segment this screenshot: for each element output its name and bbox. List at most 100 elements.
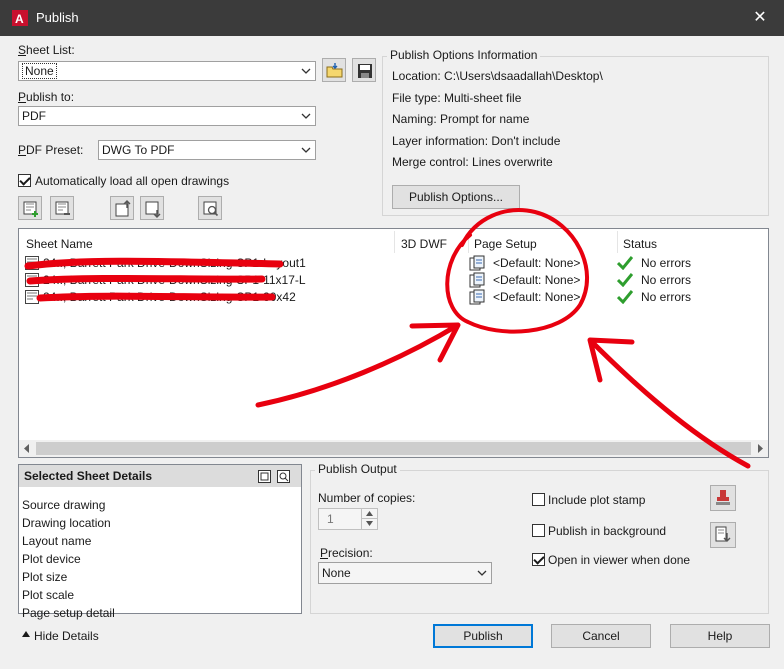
page-setup-value: <Default: None> (493, 290, 581, 304)
stepper-down[interactable] (361, 519, 377, 529)
stamp-icon (716, 490, 730, 505)
column-header-page-setup[interactable]: Page Setup (474, 237, 537, 251)
close-icon: ✕ (753, 9, 767, 26)
chevron-up-icon (366, 511, 373, 516)
cancel-button[interactable]: Cancel (551, 624, 651, 648)
column-header-3d-dwf[interactable]: 3D DWF (401, 237, 447, 251)
publish-to-value: PDF (22, 109, 46, 123)
column-separator (617, 231, 618, 253)
precision-combo[interactable]: None (318, 562, 492, 584)
auto-load-checkbox[interactable] (18, 174, 31, 187)
help-button[interactable]: Help (670, 624, 770, 648)
sheet-icon (25, 290, 39, 304)
add-sheets-button[interactable] (18, 196, 42, 220)
copies-label: Number of copies: (318, 491, 416, 505)
column-header-sheet-name[interactable]: Sheet Name (26, 237, 93, 251)
sheet-icon (25, 256, 39, 270)
detail-layout-name: Layout name (22, 534, 92, 548)
hide-details-link[interactable]: Hide Details (34, 629, 99, 643)
add-sheets-icon (23, 201, 38, 217)
column-separator (468, 231, 469, 253)
move-up-icon (115, 200, 131, 217)
preview-icon (203, 201, 219, 217)
background-checkbox[interactable] (532, 524, 545, 537)
chevron-down-icon (366, 521, 373, 526)
open-viewer-checkbox[interactable] (532, 553, 545, 566)
window-title: Publish (36, 10, 79, 25)
load-sheet-list-button[interactable] (322, 58, 346, 82)
chevron-down-icon (301, 113, 311, 119)
file-type-info: File type: Multi-sheet file (392, 91, 522, 105)
details-title: Selected Sheet Details (24, 469, 153, 483)
details-preview-icon[interactable] (277, 470, 290, 483)
plot-stamp-label: Include plot stamp (548, 493, 646, 507)
scrollbar-thumb[interactable] (36, 442, 751, 455)
sheet-name: 24.., Barrett Park Drive-DownSizing-SP1-… (43, 273, 306, 287)
chevron-up-icon[interactable] (22, 631, 30, 637)
page-setup-icon (469, 255, 485, 271)
chevron-down-icon (301, 147, 311, 153)
background-label: Publish in background (548, 524, 667, 538)
detail-page-setup: Page setup detail (22, 606, 115, 620)
chevron-down-icon (477, 570, 487, 576)
table-row[interactable]: 24.., Barrett Park Drive-DownSizing-SP1-… (19, 255, 768, 272)
title-bar: A Publish ✕ (0, 0, 784, 36)
document-download-icon (715, 526, 731, 542)
table-row[interactable]: 24.., Barrett Park Drive-DownSizing-SP1-… (19, 272, 768, 289)
sheet-list-label: Sheet List: (18, 43, 75, 57)
copies-value: 1 (327, 512, 334, 526)
background-settings-button[interactable] (710, 522, 736, 548)
status-value: No errors (641, 290, 692, 304)
folder-open-icon (326, 63, 343, 78)
publish-dialog: Sheet List: None Publish to: PDF PDF Pre… (0, 36, 784, 669)
table-row[interactable]: 24.., Barrett Park Drive-DownSizing-SP1-… (19, 289, 768, 306)
scroll-left-icon[interactable] (23, 444, 31, 453)
layer-info: Layer information: Don't include (392, 134, 561, 148)
chevron-down-icon (301, 68, 311, 74)
copies-stepper[interactable]: 1 (318, 508, 378, 530)
plot-stamp-settings-button[interactable] (710, 485, 736, 511)
checkmark-icon (617, 273, 633, 287)
pdf-preset-label: PDF Preset: (18, 143, 84, 157)
publish-options-title: Publish Options Information (387, 48, 541, 62)
sheet-name: 24.., Barrett Park Drive-DownSizing-SP1-… (43, 256, 306, 270)
merge-control-info: Merge control: Lines overwrite (392, 155, 553, 169)
page-setup-icon (469, 289, 485, 305)
sheet-name: 24.., Barrett Park Drive-DownSizing-SP1-… (43, 290, 296, 304)
column-header-status[interactable]: Status (623, 237, 657, 251)
pdf-preset-combo[interactable]: DWG To PDF (98, 140, 316, 160)
remove-sheets-icon (55, 201, 70, 215)
svg-text:A: A (15, 12, 24, 26)
save-icon (358, 64, 372, 78)
preview-button[interactable] (198, 196, 222, 220)
publish-options-button[interactable]: Publish Options... (392, 185, 520, 209)
plot-stamp-checkbox[interactable] (532, 493, 545, 506)
publish-button[interactable]: Publish (433, 624, 533, 648)
save-sheet-list-button[interactable] (352, 58, 376, 82)
horizontal-scrollbar[interactable] (19, 440, 768, 457)
detail-source-drawing: Source drawing (22, 498, 106, 512)
publish-output-title: Publish Output (315, 462, 400, 476)
status-value: No errors (641, 256, 692, 270)
close-button[interactable]: ✕ (746, 6, 774, 30)
precision-label: Precision: (320, 546, 373, 560)
move-sheet-down-button[interactable] (140, 196, 164, 220)
move-down-icon (145, 201, 161, 218)
remove-sheets-button[interactable] (50, 196, 74, 220)
checkmark-icon (617, 290, 633, 304)
move-sheet-up-button[interactable] (110, 196, 134, 220)
app-icon: A (12, 10, 28, 26)
sheet-list-combo[interactable]: None (18, 61, 316, 81)
status-value: No errors (641, 273, 692, 287)
auto-load-label: Automatically load all open drawings (35, 174, 230, 188)
checkmark-icon (617, 256, 633, 270)
scroll-right-icon[interactable] (756, 444, 764, 453)
sheet-icon (25, 273, 39, 287)
detail-plot-size: Plot size (22, 570, 68, 584)
detail-plot-scale: Plot scale (22, 588, 75, 602)
selected-sheet-details: Selected Sheet Details Source drawing Dr… (18, 464, 302, 620)
details-view-icon[interactable] (258, 470, 271, 483)
stepper-up[interactable] (361, 509, 377, 519)
publish-to-combo[interactable]: PDF (18, 106, 316, 126)
pdf-preset-value: DWG To PDF (102, 143, 175, 157)
